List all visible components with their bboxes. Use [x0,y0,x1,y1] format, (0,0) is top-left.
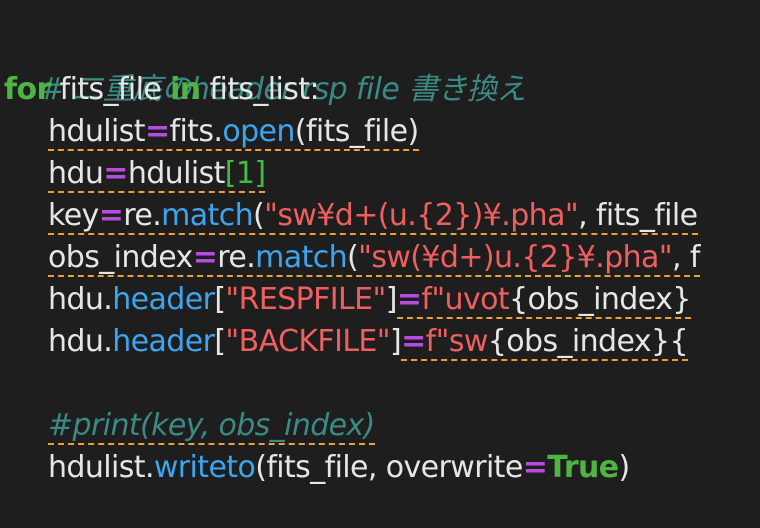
identifier: hdu [48,156,104,191]
function-name: writeto [153,450,256,485]
identifier: hdulist [48,114,146,149]
dot: . [103,282,113,317]
dot: . [152,198,162,233]
attribute-name: header [112,324,215,359]
code-line-9-empty [0,363,760,405]
identifier: hdu [48,282,104,317]
loop-iterable: fits_list: [200,72,320,107]
code-line-7: hdu.header["RESPFILE"]=f"uvot{obs_index} [0,279,760,321]
loop-variable: fits_file [50,72,171,107]
dot: . [246,240,256,275]
fstring-expression: {obs_index} [509,282,691,317]
dot: . [103,324,113,359]
bracket-close: ] [390,324,402,359]
keyword-for: for [4,72,51,107]
call-args: (fits_file, overwrite [255,450,523,485]
identifier: hdulist [127,156,226,191]
index-number: 1 [235,156,255,191]
keyword-in: in [170,72,201,107]
fstring-text: "sw [435,324,489,359]
code-line-10: #print(key, obs_index) [0,405,760,447]
code-line-11: hdulist.writeto(fits_file, overwrite=Tru… [0,447,760,489]
bracket-open: [ [224,156,237,191]
code-line-6: obs_index=re.match("sw(¥d+)u.{2}¥.pha", … [0,237,760,279]
assign-operator: = [396,282,422,317]
dot: . [213,114,223,149]
function-name: open [222,114,295,149]
code-line-5: key=re.match("sw¥d+(u.{2})¥.pha", fits_f… [0,195,760,237]
identifier: hdu [48,324,104,359]
identifier: re [123,198,153,233]
call-args: , f [672,240,700,275]
paren-open: ( [347,240,359,275]
identifier: fits [169,114,214,149]
code-editor[interactable]: # 二重底のheader rsp file 書き換え for fits_file… [0,0,760,528]
code-line-8: hdu.header["BACKFILE"]=f"sw{obs_index}{ [0,321,760,363]
code-line-4: hdu=hdulist[1] [0,153,760,195]
assign-operator: = [192,240,218,275]
bracket-close: ] [254,156,266,191]
call-args: , fits_file [578,198,698,233]
regex-string: "sw(¥d+)u.{2}¥.pha" [358,240,673,275]
identifier: obs_index [48,240,193,275]
identifier: key [48,198,99,233]
comment-print: #print(key, obs_index) [48,408,375,445]
function-name: match [255,240,348,275]
paren-open: ( [253,198,265,233]
assign-operator: = [401,324,426,359]
fstring-prefix: f [421,282,432,317]
identifier: hdulist [48,450,146,485]
fstring-expression: {obs_index}{ [487,324,689,359]
code-line-1: # 二重底のheader rsp file 書き換え [0,27,760,107]
assign-operator: = [144,114,170,149]
assign-operator: = [522,450,548,485]
dot: . [144,450,155,485]
function-name: match [161,198,254,233]
bracket-open: [ [214,282,226,317]
bracket-close: ] [385,282,398,317]
key-string: "BACKFILE" [225,324,390,359]
paren-close: ) [618,450,631,485]
attribute-name: header [112,282,215,317]
key-string: "RESPFILE" [225,282,386,317]
fstring-prefix: f [425,324,437,359]
boolean-true: True [547,450,619,485]
assign-operator: = [103,156,128,191]
code-line-3: hdulist=fits.open(fits_file) [0,111,760,153]
identifier: re [217,240,247,275]
fstring-text: "uvot [431,282,510,317]
assign-operator: = [98,198,124,233]
regex-string: "sw¥d+(u.{2})¥.pha" [264,198,579,233]
bracket-open: [ [214,324,226,359]
call-args: (fits_file) [294,114,419,149]
